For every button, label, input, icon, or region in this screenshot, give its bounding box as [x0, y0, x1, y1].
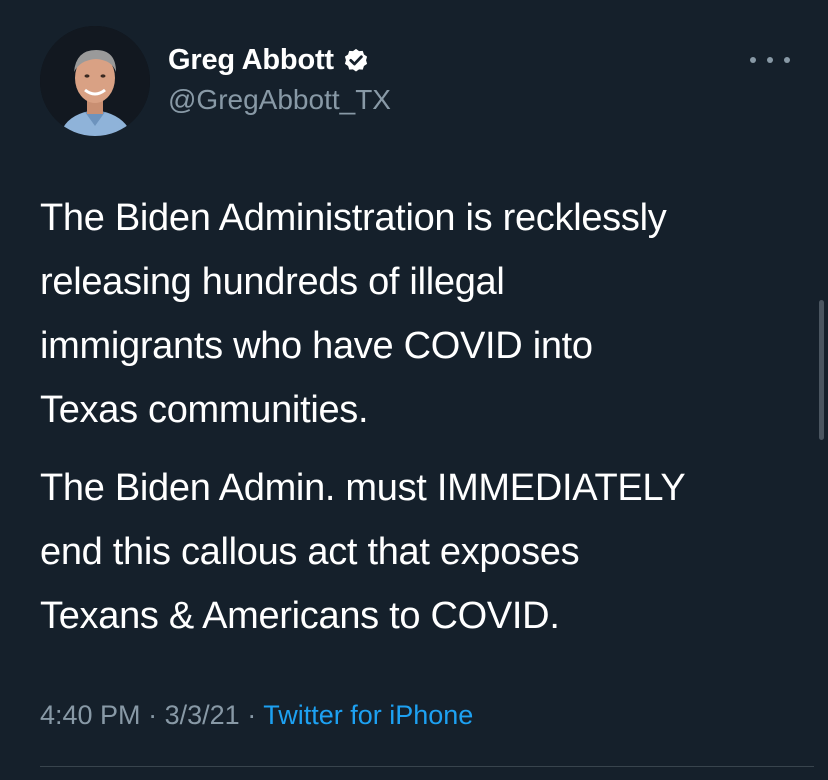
dot — [767, 57, 773, 63]
tweet-date[interactable]: 3/3/21 — [165, 700, 240, 730]
user-handle[interactable]: @GregAbbott_TX — [168, 84, 391, 116]
avatar[interactable] — [40, 26, 150, 136]
dot — [750, 57, 756, 63]
tweet-paragraph: The Biden Admin. must IMMEDIATELY end th… — [40, 467, 686, 637]
author-name-row[interactable]: Greg Abbott — [168, 42, 370, 78]
tweet-time[interactable]: 4:40 PM — [40, 700, 141, 730]
separator: · — [148, 700, 158, 730]
scrollbar[interactable] — [819, 300, 824, 440]
tweet-metadata: 4:40 PM · 3/3/21 · Twitter for iPhone — [40, 700, 473, 731]
divider — [40, 766, 814, 767]
display-name[interactable]: Greg Abbott — [168, 44, 334, 77]
tweet-source-link[interactable]: Twitter for iPhone — [263, 700, 473, 730]
separator: · — [247, 700, 257, 730]
verified-badge-icon — [344, 48, 367, 72]
more-options-icon[interactable] — [750, 48, 790, 72]
tweet-text: The Biden Administration is recklessly r… — [40, 186, 800, 648]
tweet-paragraph: The Biden Administration is recklessly r… — [40, 197, 667, 431]
dot — [784, 57, 790, 63]
profile-photo — [40, 26, 150, 136]
tweet-detail: Greg Abbott @GregAbbott_TX The Biden Adm… — [0, 0, 828, 780]
